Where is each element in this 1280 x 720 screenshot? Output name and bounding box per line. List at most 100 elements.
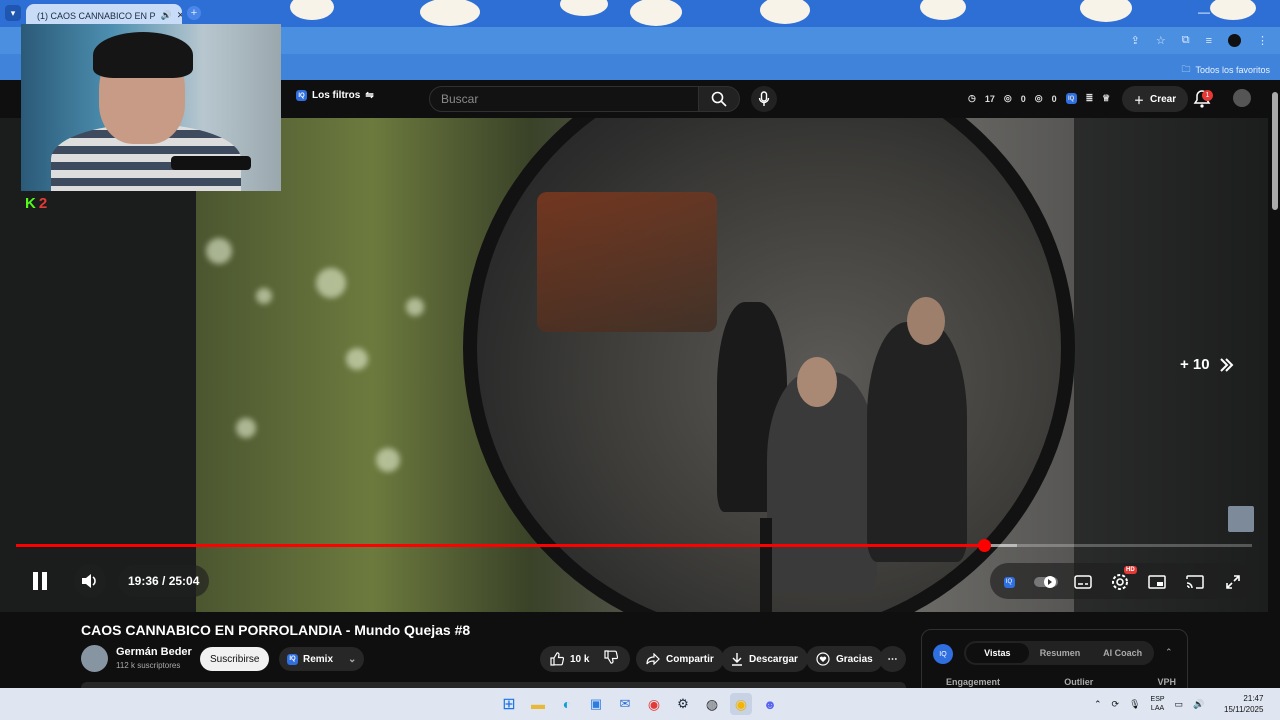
scrollbar-thumb[interactable] [1272,92,1278,210]
edge-browser-icon[interactable]: ◐ [556,693,578,715]
chrome-icon[interactable]: ◉ [643,693,665,715]
list-icon[interactable]: ≣ [1086,93,1094,104]
sync-icon[interactable]: ⟳ [1112,699,1120,710]
tray-chevron-up-icon[interactable]: ⌃ [1094,699,1102,710]
chevron-up-icon[interactable]: ⌃ [1165,647,1173,658]
language-indicator[interactable]: ESP LAA [1151,695,1165,713]
discord-icon[interactable]: ☻ [759,693,781,715]
filters-button[interactable]: IQ Los filtros ⇋ [296,90,374,101]
award-icon[interactable]: ♕ [1102,93,1110,104]
dislike-button[interactable] [604,650,622,668]
miniplayer-icon [1148,575,1166,589]
steam-icon[interactable]: ⚙ [672,693,694,715]
mail-icon[interactable]: ✉ [614,693,636,715]
clock-icon: ◷ [968,93,976,103]
toggle-icon [1034,576,1058,588]
like-button[interactable]: 10 k [550,652,589,666]
kick-count: 2 [38,195,48,212]
tab-audio-icon[interactable]: 🔊 [161,10,172,21]
share-icon [646,653,660,665]
remix-button[interactable]: IQ Remix ⌄ [279,647,365,671]
clock-time: 21:47 [1243,694,1264,703]
iq-icon[interactable]: IQ [1065,93,1077,104]
extension-stats: ◷ 17 ◎ 0 ◎ 0 IQ ≣ ♕ [968,93,1110,104]
time-display: 19:36 / 25:04 [118,565,210,597]
reading-list-icon[interactable]: ≡ [1206,35,1212,47]
profile-avatar[interactable] [1228,34,1241,47]
progress-bar[interactable] [16,539,1252,552]
thumbs-down-icon [604,650,619,664]
channel-name[interactable]: Germán Beder [116,646,192,658]
volume-button[interactable] [74,564,106,598]
search-input[interactable]: Buscar [429,86,699,112]
like-count: 10 k [570,653,590,665]
video-player[interactable]: + 10 19:36 / 25:04 IQ HD [0,118,1268,612]
create-button[interactable]: ＋ Crear [1122,86,1189,112]
tab-vistas[interactable]: Vistas [966,643,1029,663]
account-avatar[interactable] [1233,89,1251,107]
start-windows-icon[interactable]: ⊞ [498,693,520,715]
tab-close-icon[interactable]: ✕ [177,10,182,21]
tab-search-menu-button[interactable]: ▾ [5,5,21,21]
subtitles-button[interactable] [1072,565,1094,599]
browser-menu-icon[interactable]: ⋮ [1257,34,1268,47]
pause-button[interactable] [24,564,56,598]
chrome-active-icon[interactable]: ◉ [730,693,752,715]
iq-icon: IQ [1003,576,1015,588]
bookmark-star-icon[interactable]: ☆ [1156,34,1166,47]
speaker-icon[interactable]: 🔊 [1193,699,1204,710]
vph-label: VPH [1157,677,1176,687]
channel-avatar[interactable] [81,645,108,672]
autoplay-toggle[interactable] [1034,565,1058,599]
miniplayer-button[interactable] [1146,565,1168,599]
new-tab-button[interactable]: + [187,6,201,20]
analytics-tabs: Vistas Resumen AI Coach [964,641,1154,665]
stat-3: 0 [1051,93,1057,104]
iq-player-button[interactable]: IQ [998,565,1020,599]
tab-resumen[interactable]: Resumen [1029,648,1092,658]
thanks-button[interactable]: Gracias [806,646,883,672]
remix-label: Remix [303,653,334,665]
file-explorer-icon[interactable]: ▬ [527,693,549,715]
fullscreen-button[interactable] [1222,565,1244,599]
network-icon[interactable]: ▭ [1175,699,1184,710]
language-code: ESP [1150,696,1165,703]
stat-1: 17 [984,93,995,104]
skip-forward-button[interactable]: + 10 [1180,356,1234,373]
microphone-tray-icon[interactable]: 🎙 [1129,699,1140,710]
hd-badge: HD [1124,566,1137,574]
tab-ai-coach[interactable]: AI Coach [1091,648,1154,658]
microphone-icon [758,91,770,106]
extensions-icon[interactable]: ⧉ [1182,34,1190,47]
subscribe-button[interactable]: Suscribirse [200,647,270,671]
search-button[interactable] [698,86,740,112]
window-minimize-button[interactable]: — [1198,5,1210,19]
video-title: CAOS CANNABICO EN PORROLANDIA - Mundo Qu… [81,622,471,638]
all-bookmarks-folder[interactable]: 🗀 Todos los favoritos [1181,62,1270,78]
clock-date: 15/11/2025 [1224,705,1264,714]
pause-icon [33,572,47,590]
cast-button[interactable] [1184,565,1206,599]
download-button[interactable]: Descargar [721,646,808,672]
page-scrollbar[interactable] [1270,80,1280,688]
all-bookmarks-label: Todos los favoritos [1195,65,1270,75]
store-icon[interactable]: ▣ [585,693,607,715]
video-right-area [1074,118,1268,612]
chevron-double-right-icon [1219,357,1234,372]
system-clock[interactable]: 21:47 15/11/2025 [1224,693,1263,715]
share-button[interactable]: Compartir [636,646,724,672]
video-pole [760,518,772,612]
channel-watermark[interactable] [1228,506,1254,532]
create-label: Crear [1150,93,1177,105]
install-app-icon[interactable]: ⇪ [1131,34,1140,47]
expand-icon [1226,575,1240,589]
stat-2: 0 [1020,93,1026,104]
more-actions-button[interactable]: ⋯ [879,646,906,672]
obs-icon[interactable]: ◍ [701,693,723,715]
system-tray: ⌃ ⟳ 🎙 ESP LAA ▭ 🔊 [1094,695,1204,713]
gear-icon [1112,574,1128,590]
chevron-down-icon: ⌄ [348,653,357,665]
iq-icon: IQ [933,644,953,664]
voice-search-button[interactable] [751,86,777,112]
download-label: Descargar [749,653,798,665]
